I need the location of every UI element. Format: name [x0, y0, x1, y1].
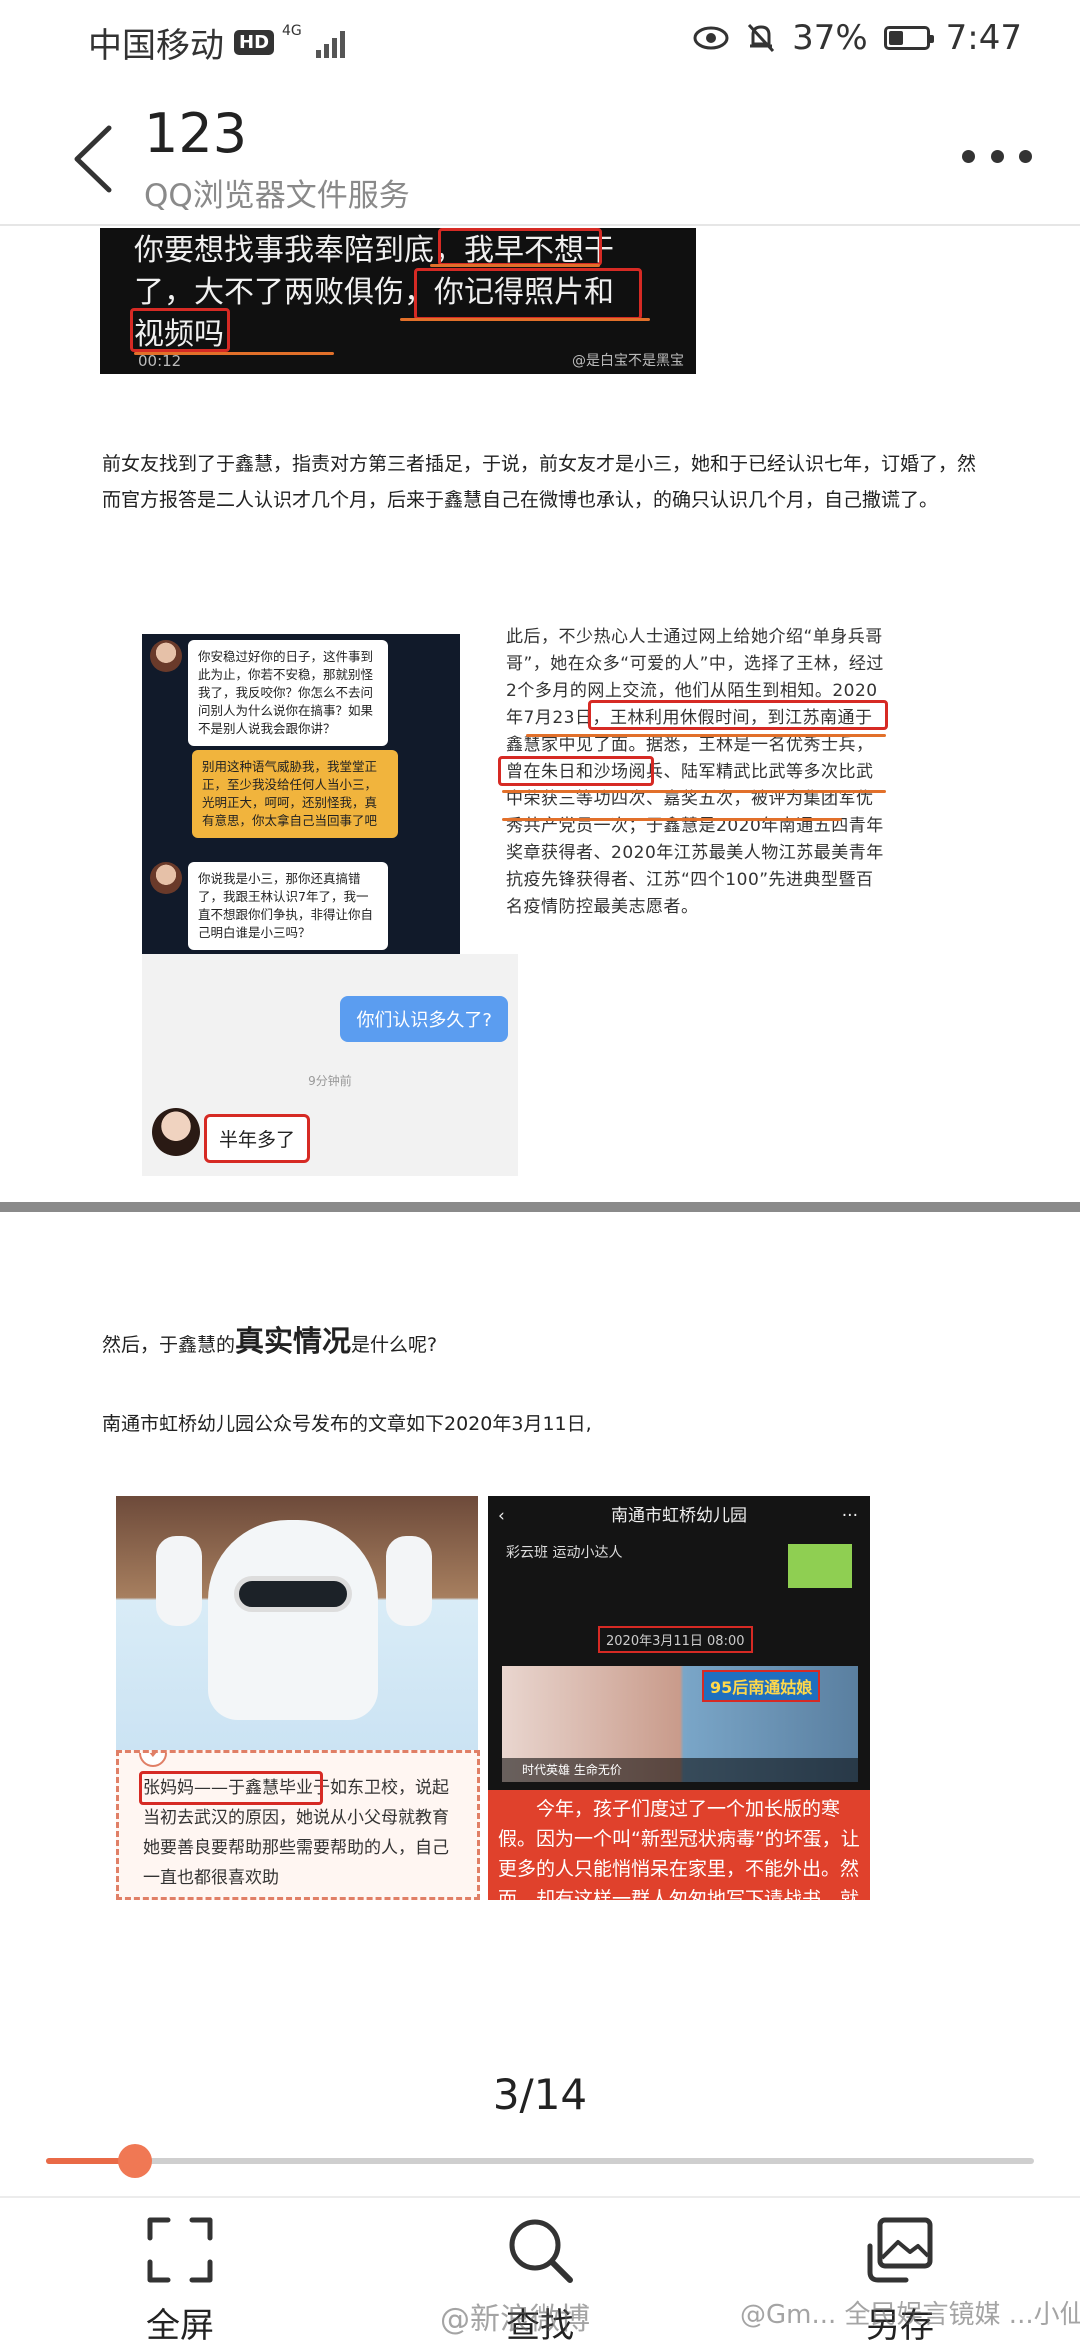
- battery-percent: 37%: [792, 18, 868, 58]
- avatar: [150, 640, 182, 672]
- avatar: [152, 1108, 200, 1156]
- carrier-name: 中国移动: [88, 26, 224, 66]
- video-timestamp: 00:12: [138, 352, 182, 370]
- underline-scribble: [502, 818, 842, 821]
- chat-answer: 半年多了: [204, 1114, 311, 1163]
- chat-screenshot-reply: 你们认识多久了? 9分钟前 半年多了: [142, 954, 518, 1176]
- medic-hood: [208, 1520, 378, 1720]
- more-icon: ···: [841, 1506, 858, 1526]
- status-right: 37% 7:47: [692, 18, 1022, 58]
- page-slider-thumb[interactable]: [117, 2144, 152, 2178]
- chat-question: 你们认识多久了?: [340, 996, 508, 1042]
- highlight-box: [438, 228, 602, 266]
- wechat-article-screenshot: ‹ 南通市虹桥幼儿园 ··· 彩云班 运动小达人 2020年3月11日 08:0…: [488, 1496, 870, 1900]
- kg-header: ‹ 南通市虹桥幼儿园 ···: [488, 1496, 870, 1536]
- more-options-button[interactable]: [962, 136, 1032, 176]
- network-type: 4G: [282, 22, 302, 39]
- highlight-box: [139, 1771, 323, 1805]
- more-dot-icon: [962, 149, 975, 163]
- avatar: [150, 862, 182, 894]
- medic-text-card: ♥ 张妈妈——于鑫慧毕业于如东卫校，说起当初去武汉的原因，她说从小父母就教育她要…: [116, 1750, 480, 1900]
- watermark: @新浪微博: [440, 2302, 590, 2337]
- document-title: 123: [144, 102, 248, 165]
- clock: 7:47: [945, 18, 1022, 58]
- video-line: 你要想找事我奉陪到底，我早不想干: [134, 233, 614, 268]
- chat-message: 你安稳过好你的日子，这件事到此为止，你若不安稳，那就别怪我了，我反咬你？你怎么不…: [188, 640, 388, 746]
- kg-title: 南通市虹桥幼儿园: [611, 1506, 747, 1526]
- document-viewer[interactable]: 你要想找事我奉陪到底，我早不想干 了，大不了两败俱伤，你记得照片和 视频吗 00…: [0, 228, 1080, 2108]
- save-image-icon: [867, 2217, 933, 2283]
- kg-subtitle: 彩云班 运动小达人: [506, 1545, 623, 1561]
- heart-icon: ♥: [139, 1753, 167, 1767]
- kg-red-block: 今年，孩子们度过了一个加长版的寒假。因为一个叫“新型冠状病毒”的坏蛋，让更多的人…: [488, 1790, 870, 1900]
- fullscreen-icon: [147, 2217, 213, 2283]
- paragraph-text: 是什么呢?: [351, 1334, 438, 1356]
- hand: [156, 1536, 202, 1626]
- video-watermark: @是白宝不是黑宝: [572, 353, 684, 369]
- page-separator: [0, 1202, 1080, 1212]
- search-icon: [509, 2219, 573, 2283]
- video-screenshot: 你要想找事我奉陪到底，我早不想干 了，大不了两败俱伤，你记得照片和 视频吗 00…: [100, 228, 696, 374]
- kg-red-text: 今年，孩子们度过了一个加长版的寒假。因为一个叫“新型冠状病毒”的坏蛋，让更多的人…: [498, 1798, 860, 1900]
- more-dot-icon: [990, 149, 1004, 163]
- status-left: 中国移动 HD 4G: [88, 18, 345, 67]
- paragraph-text: 然后，于鑫慧的: [102, 1334, 236, 1356]
- chat-message: 别用这种语气威胁我，我堂堂正正，至少我没给任何人当小三，光明正大，呵呵，还别怪我…: [192, 750, 398, 838]
- thumbnail: [788, 1544, 852, 1588]
- goggles: [234, 1576, 352, 1612]
- highlight-box: [130, 308, 230, 352]
- chat-message: 你说我是小三，那你还真搞错了，我跟王林认识7年了，我一直不想跟你们争执，非得让你…: [188, 862, 388, 950]
- fullscreen-label: 全屏: [146, 2306, 214, 2340]
- paragraph: 前女友找到了于鑫慧，指责对方第三者插足，于说，前女友才是小三，她和于已经认识七年…: [102, 453, 977, 511]
- mute-bell-icon: [747, 23, 775, 53]
- signal-icon: [315, 28, 345, 58]
- medic-photo: [116, 1496, 478, 1750]
- back-button[interactable]: [58, 114, 128, 204]
- hd-badge: HD: [234, 30, 275, 55]
- bold-phrase: 真实情况: [235, 1324, 352, 1358]
- underline-scribble: [502, 790, 886, 793]
- highlight-box: [588, 700, 888, 730]
- highlight-box: [498, 756, 654, 786]
- kg-badge: 95后南通姑娘: [702, 1670, 821, 1702]
- watermark: @Gm... 全民娱言镜媒 ...小仙女: [740, 2300, 1080, 2330]
- page-indicator: 3/14: [492, 2070, 588, 2119]
- hand: [386, 1536, 432, 1626]
- title-bar: 123 QQ浏览器文件服务: [0, 84, 1080, 226]
- status-bar: 中国移动 HD 4G 37% 7:47: [0, 0, 1080, 84]
- underline-scribble: [430, 264, 600, 267]
- back-arrow-icon: [74, 125, 112, 193]
- paragraph: 然后，于鑫慧的真实情况是什么呢?: [102, 1320, 982, 1366]
- chat-time: 9分钟前: [308, 1074, 352, 1088]
- underline-scribble: [526, 734, 886, 737]
- kg-caption: 时代英雄 生命无价: [502, 1758, 858, 1782]
- underline-scribble: [400, 318, 650, 321]
- kg-date: 2020年3月11日 08:00: [598, 1626, 753, 1653]
- eye-icon: [693, 26, 729, 50]
- more-dot-icon: [1019, 149, 1032, 163]
- highlight-box: [414, 268, 642, 320]
- page-slider[interactable]: [46, 2144, 1034, 2178]
- fullscreen-button[interactable]: 全屏: [100, 2216, 260, 2340]
- back-icon: ‹: [498, 1506, 505, 1526]
- paragraph: 南通市虹桥幼儿园公众号发布的文章如下2020年3月11日,: [102, 1413, 592, 1435]
- document-subtitle: QQ浏览器文件服务: [144, 178, 410, 214]
- battery-icon: [883, 26, 934, 50]
- article-screenshot: 此后，不少热心人士通过网上给她介绍“单身兵哥哥”，她在众多“可爱的人”中，选择了…: [496, 618, 890, 942]
- chat-screenshot: 你安稳过好你的日子，这件事到此为止，你若不安稳，那就别怪我了，我反咬你？你怎么不…: [142, 634, 460, 954]
